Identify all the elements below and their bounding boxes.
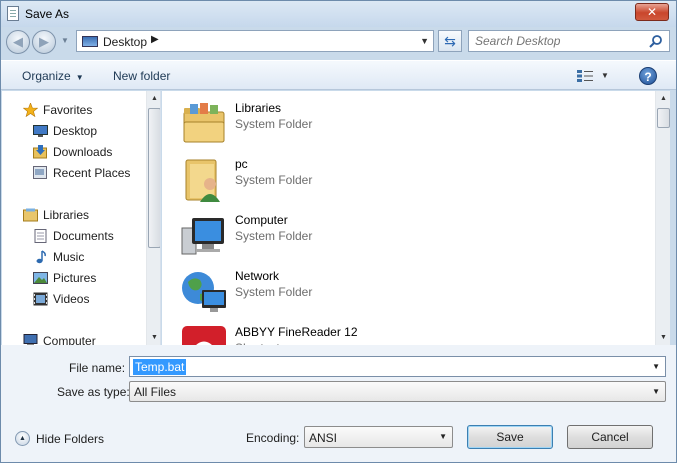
forward-button[interactable]: ▶	[32, 30, 56, 54]
recent-locations-dropdown[interactable]: ▼	[61, 36, 69, 45]
save-as-type-dropdown-icon[interactable]: ▼	[652, 387, 660, 396]
scroll-up-icon[interactable]: ▲	[147, 91, 160, 106]
desktop-icon	[33, 125, 48, 137]
star-icon	[23, 103, 38, 117]
file-name-dropdown-icon[interactable]: ▼	[652, 362, 660, 371]
list-item[interactable]: pc System Folder	[180, 154, 620, 210]
scroll-down-icon[interactable]: ▼	[656, 330, 671, 345]
organize-label: Organize	[22, 69, 71, 83]
encoding-select[interactable]: ANSI ▼	[304, 426, 453, 448]
libraries-folder-icon	[183, 103, 225, 143]
window-title: Save As	[25, 7, 70, 21]
dialog-footer: ▲ Hide Folders Encoding: ANSI ▼ Save Can…	[1, 409, 676, 462]
new-folder-button[interactable]: New folder	[113, 69, 170, 83]
documents-icon	[34, 229, 47, 243]
navigation-pane: Favorites Desktop Downloads Recent Place…	[2, 91, 161, 345]
encoding-label: Encoding:	[246, 431, 300, 445]
nav-item-label: Libraries	[43, 208, 90, 222]
organize-menu[interactable]: Organize ▼	[22, 69, 84, 83]
address-dropdown-icon[interactable]: ▼	[420, 36, 429, 46]
file-name-value[interactable]: Temp.bat	[133, 359, 187, 375]
nav-item-label: Computer	[43, 334, 96, 345]
scrollbar-thumb[interactable]	[657, 108, 670, 128]
save-as-type-select[interactable]: All Files ▼	[129, 381, 666, 402]
network-icon	[182, 272, 226, 312]
list-item[interactable]: Computer System Folder	[180, 210, 620, 266]
file-list: Libraries System Folder pc System Folder…	[162, 91, 670, 345]
title-bar: Save As ✕	[1, 1, 676, 27]
nav-item-label: Recent Places	[53, 166, 131, 180]
nav-item-label: Desktop	[53, 124, 98, 138]
encoding-value: ANSI	[309, 431, 338, 445]
user-folder-icon	[185, 159, 220, 202]
list-item[interactable]: ABBYY FineReader 12 Shortcut	[180, 322, 620, 345]
file-name: ABBYY FineReader 12	[235, 325, 358, 339]
breadcrumb-chevron-icon[interactable]: ▶	[151, 34, 159, 45]
address-location[interactable]: Desktop	[103, 35, 147, 49]
file-name: Network	[235, 269, 280, 283]
save-fields: File name: Temp.bat ▼ Save as type: All …	[1, 345, 676, 409]
command-bar: Organize ▼ New folder ▼ ?	[1, 60, 676, 90]
downloads-icon	[33, 145, 47, 159]
file-type: System Folder	[235, 229, 313, 243]
file-list-scrollbar[interactable]: ▲ ▼	[655, 91, 670, 345]
desktop-icon	[82, 36, 98, 47]
search-box[interactable]	[468, 30, 670, 52]
hide-folders-label: Hide Folders	[36, 432, 105, 446]
address-row: ◀ ▶ ▼ Desktop ▶ ▼ ⇆	[1, 27, 676, 57]
file-name-field[interactable]: Temp.bat ▼	[129, 356, 666, 377]
address-bar[interactable]: Desktop ▶ ▼	[76, 30, 434, 52]
back-button[interactable]: ◀	[6, 30, 30, 54]
nav-item-label: Music	[53, 250, 85, 264]
computer-icon	[181, 218, 224, 255]
notepad-icon	[7, 6, 19, 21]
pictures-icon	[33, 272, 48, 284]
file-name: Libraries	[235, 101, 282, 115]
file-type: System Folder	[235, 117, 313, 131]
file-type: System Folder	[235, 173, 313, 187]
computer-icon	[23, 334, 38, 345]
file-type: System Folder	[235, 285, 313, 299]
organize-arrow-icon: ▼	[75, 73, 84, 82]
nav-item-label: Videos	[53, 292, 90, 306]
help-icon[interactable]: ?	[639, 67, 657, 85]
cancel-button[interactable]: Cancel	[567, 425, 653, 449]
recent-places-icon	[33, 166, 47, 179]
scroll-down-icon[interactable]: ▼	[147, 330, 160, 345]
views-dropdown-icon[interactable]: ▼	[601, 71, 609, 80]
list-item[interactable]: Network System Folder	[180, 266, 620, 322]
list-item[interactable]: Libraries System Folder	[180, 98, 620, 154]
refresh-button[interactable]: ⇆	[438, 30, 462, 52]
save-as-type-label: Save as type:	[57, 385, 130, 399]
libraries-icon	[23, 208, 38, 222]
abbyy-icon	[182, 326, 226, 345]
nav-pane-scrollbar[interactable]: ▲ ▼	[146, 91, 160, 345]
nav-item-label: Favorites	[43, 103, 93, 117]
nav-item-label: Documents	[53, 229, 114, 243]
scroll-up-icon[interactable]: ▲	[656, 91, 671, 106]
search-icon[interactable]	[649, 34, 663, 48]
nav-item-label: Pictures	[53, 271, 97, 285]
file-name: Computer	[235, 213, 288, 227]
save-as-type-value: All Files	[134, 385, 177, 399]
music-icon	[36, 250, 46, 264]
scrollbar-thumb[interactable]	[148, 108, 160, 248]
views-icon[interactable]	[577, 70, 593, 82]
file-name: pc	[235, 157, 248, 171]
videos-icon	[33, 292, 48, 306]
close-button[interactable]: ✕	[635, 3, 669, 21]
search-input[interactable]	[469, 31, 647, 51]
encoding-dropdown-icon[interactable]: ▼	[439, 432, 447, 441]
file-name-label: File name:	[69, 361, 126, 375]
save-button[interactable]: Save	[467, 425, 553, 449]
collapse-up-icon: ▲	[15, 431, 30, 446]
nav-item-label: Downloads	[53, 145, 113, 159]
save-as-dialog: Save As ✕ ◀ ▶ ▼ Desktop ▶ ▼ ⇆ Organize ▼ …	[0, 0, 677, 463]
